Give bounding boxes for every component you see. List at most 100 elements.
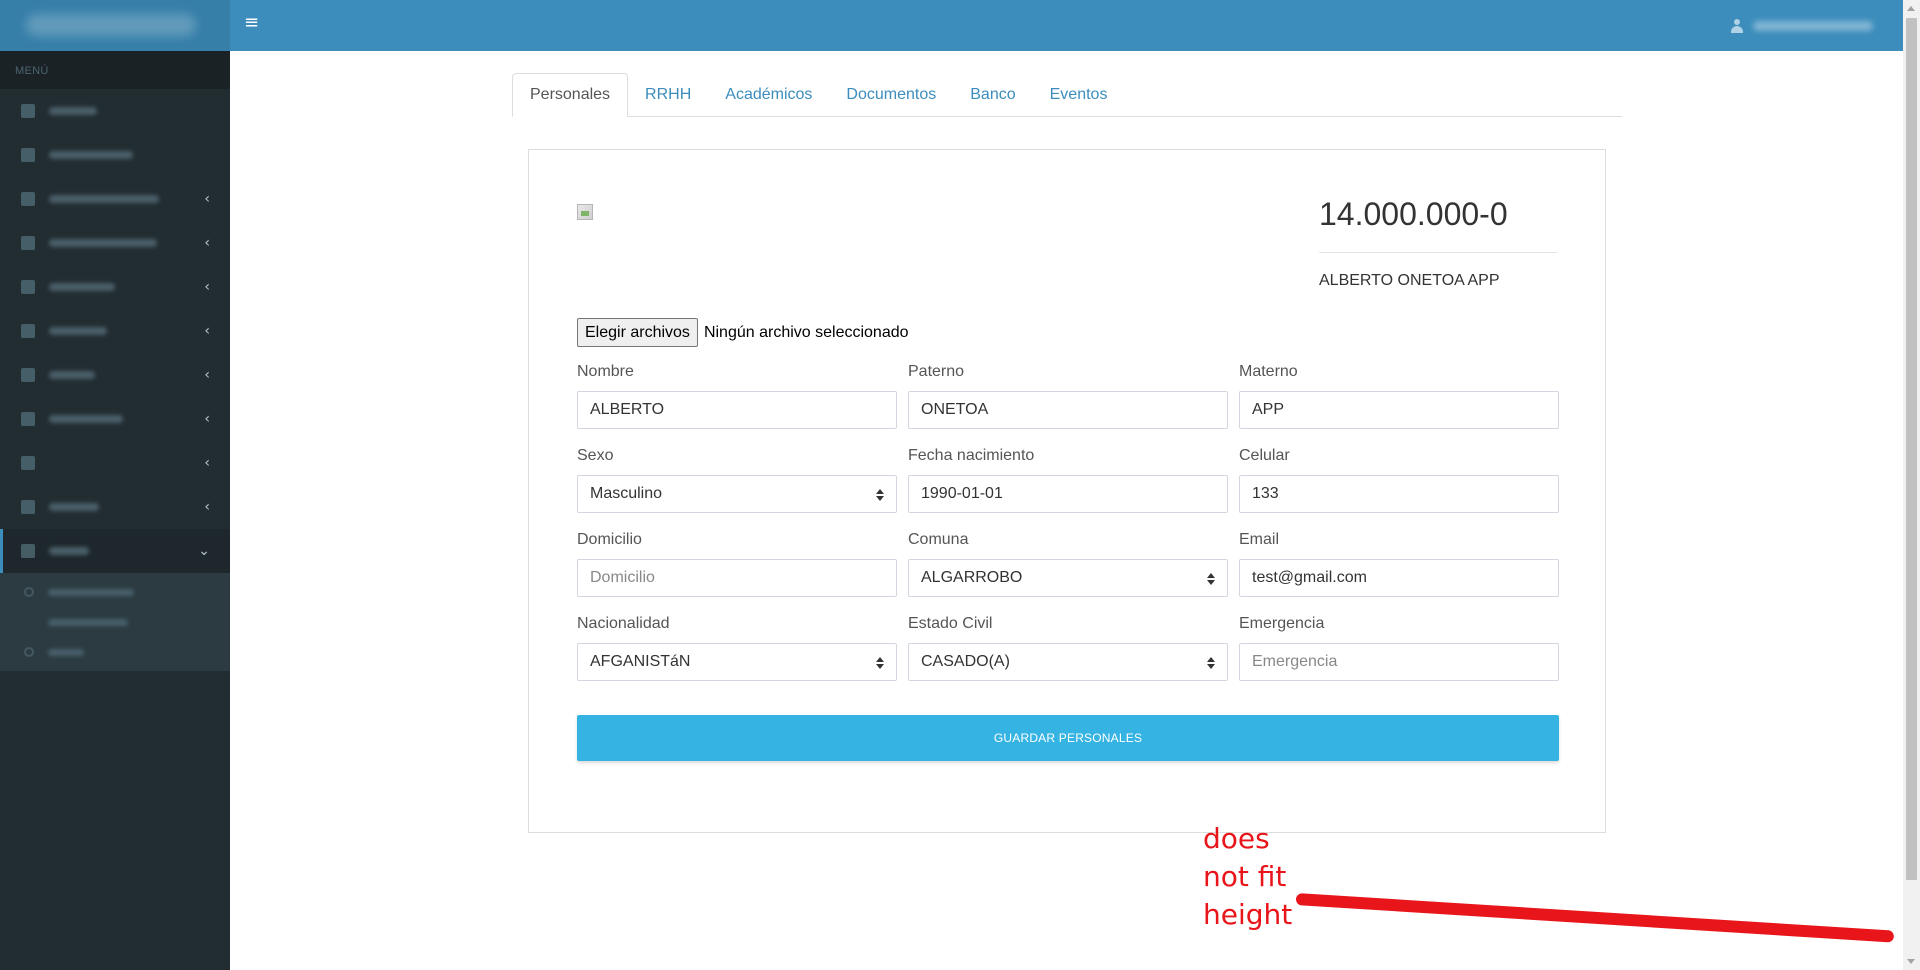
select-arrows-icon — [1207, 572, 1215, 586]
field-fecha-nacimiento: Fecha nacimiento 1990-01-01 — [908, 447, 1228, 513]
chevron-left-icon: ‹ — [204, 367, 210, 383]
tab-documentos[interactable]: Documentos — [829, 73, 953, 116]
sidebar-item-label-blurred — [49, 239, 157, 247]
comuna-selected-value: ALGARROBO — [921, 569, 1023, 586]
submenu-item-label-blurred — [48, 618, 128, 626]
map-marker-icon — [21, 280, 35, 294]
sidebar-item-label-blurred — [49, 151, 133, 159]
user-icon — [1731, 19, 1743, 33]
tab-academicos[interactable]: Académicos — [708, 73, 829, 116]
field-estado-civil: Estado Civil CASADO(A) — [908, 615, 1228, 681]
sidebar: MENÚ ‹ ‹ ‹ ‹ ‹ ‹ ‹ ‹ ⌄ — [0, 51, 230, 970]
tab-banco[interactable]: Banco — [953, 73, 1032, 116]
sidebar-item-6[interactable]: ‹ — [0, 309, 230, 353]
sidebar-item-8[interactable]: ‹ — [0, 397, 230, 441]
estado-civil-label: Estado Civil — [908, 615, 993, 632]
scrollbar-thumb[interactable] — [1906, 18, 1917, 880]
chevron-down-icon: ⌄ — [198, 543, 210, 559]
nacionalidad-select[interactable]: AFGANISTáN — [577, 643, 897, 681]
annotation-arrow-line — [1295, 893, 1895, 943]
page-scrollbar[interactable] — [1903, 0, 1920, 970]
submenu-item-2[interactable] — [0, 607, 230, 637]
tab-eventos[interactable]: Eventos — [1033, 73, 1125, 116]
sidebar-item-1[interactable] — [0, 89, 230, 133]
celular-input[interactable]: 133 — [1239, 475, 1559, 513]
scroll-down-icon[interactable] — [1907, 959, 1915, 964]
sidebar-toggle-icon[interactable]: ≡ — [244, 14, 259, 32]
book-icon — [21, 368, 35, 382]
sexo-selected-value: Masculino — [590, 485, 663, 502]
emergencia-input[interactable]: Emergencia — [1239, 643, 1559, 681]
sidebar-item-7[interactable]: ‹ — [0, 353, 230, 397]
chevron-left-icon: ‹ — [204, 323, 210, 339]
sidebar-item-11-active[interactable]: ⌄ — [0, 529, 230, 573]
profile-tabs: Personales RRHH Académicos Documentos Ba… — [512, 73, 1622, 117]
sexo-select[interactable]: Masculino — [577, 475, 897, 513]
tab-rrhh[interactable]: RRHH — [628, 73, 708, 116]
sidebar-item-9[interactable]: ‹ — [0, 441, 230, 485]
brand-logo[interactable] — [0, 0, 230, 51]
sidebar-submenu — [0, 573, 230, 671]
scroll-up-icon[interactable] — [1907, 6, 1915, 11]
sidebar-item-5[interactable]: ‹ — [0, 265, 230, 309]
nombre-label: Nombre — [577, 363, 634, 380]
domicilio-label: Domicilio — [577, 531, 642, 548]
estado-civil-select[interactable]: CASADO(A) — [908, 643, 1228, 681]
dashboard-icon — [21, 104, 35, 118]
fecha-nacimiento-label: Fecha nacimiento — [908, 447, 1035, 464]
fecha-nacimiento-input[interactable]: 1990-01-01 — [908, 475, 1228, 513]
submenu-item-1[interactable] — [0, 577, 230, 607]
choose-file-button[interactable]: Elegir archivos — [577, 318, 698, 347]
field-paterno: Paterno ONETOA — [908, 363, 1228, 429]
comuna-label: Comuna — [908, 531, 969, 548]
circle-icon — [24, 647, 34, 657]
sidebar-item-label-blurred — [49, 503, 99, 511]
document-icon — [21, 412, 35, 426]
field-comuna: Comuna ALGARROBO — [908, 531, 1228, 597]
personales-panel: 14.000.000-0 ALBERTO ONETOA APP Elegir a… — [528, 149, 1606, 833]
select-arrows-icon — [876, 488, 884, 502]
emergencia-label: Emergencia — [1239, 615, 1325, 632]
sidebar-item-4[interactable]: ‹ — [0, 221, 230, 265]
select-arrows-icon — [876, 656, 884, 670]
sidebar-item-2[interactable] — [0, 133, 230, 177]
chevron-left-icon: ‹ — [204, 455, 210, 471]
user-menu[interactable] — [1731, 16, 1873, 36]
paterno-input[interactable]: ONETOA — [908, 391, 1228, 429]
sidebar-item-10[interactable]: ‹ — [0, 485, 230, 529]
building-icon — [21, 236, 35, 250]
personal-data-form: Nombre ALBERTO Paterno ONETOA Materno AP… — [577, 363, 1559, 681]
domicilio-input[interactable]: Domicilio — [577, 559, 897, 597]
sidebar-menu-header: MENÚ — [0, 51, 230, 89]
sidebar-item-label-blurred — [49, 283, 115, 291]
sidebar-item-label-blurred — [49, 195, 159, 203]
field-nacionalidad: Nacionalidad AFGANISTáN — [577, 615, 897, 681]
email-label: Email — [1239, 531, 1280, 548]
comuna-select[interactable]: ALGARROBO — [908, 559, 1228, 597]
submenu-item-3[interactable] — [0, 637, 230, 667]
select-arrows-icon — [1207, 656, 1215, 670]
nacionalidad-selected-value: AFGANISTáN — [590, 653, 691, 670]
brand-logo-blurred — [26, 14, 196, 36]
field-email: Email test@gmail.com — [1239, 531, 1559, 597]
tab-personales[interactable]: Personales — [512, 73, 629, 117]
annotation-line-2: not fit — [1203, 860, 1287, 893]
profile-divider — [1319, 252, 1557, 253]
sidebar-item-3[interactable]: ‹ — [0, 177, 230, 221]
email-input[interactable]: test@gmail.com — [1239, 559, 1559, 597]
user-name-blurred — [1753, 21, 1873, 31]
calendar-icon — [21, 148, 35, 162]
materno-input[interactable]: APP — [1239, 391, 1559, 429]
annotation-text: does not fit height — [1203, 820, 1323, 934]
annotation-line-1: does — [1203, 822, 1270, 855]
estado-civil-selected-value: CASADO(A) — [921, 653, 1010, 670]
circle-icon — [24, 587, 34, 597]
field-celular: Celular 133 — [1239, 447, 1559, 513]
field-domicilio: Domicilio Domicilio — [577, 531, 897, 597]
celular-label: Celular — [1239, 447, 1290, 464]
nombre-input[interactable]: ALBERTO — [577, 391, 897, 429]
briefcase-icon — [21, 544, 35, 558]
top-navbar: ≡ — [0, 0, 1903, 51]
save-personales-button[interactable]: GUARDAR PERSONALES — [577, 715, 1559, 761]
profile-rut: 14.000.000-0 — [1319, 196, 1508, 232]
